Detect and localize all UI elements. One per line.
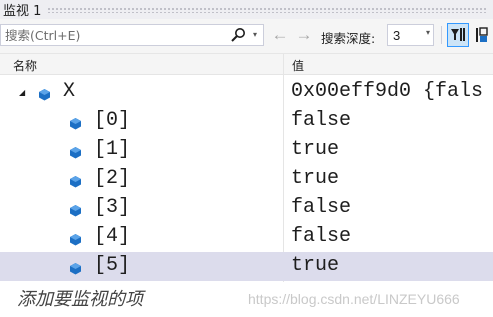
search-icon[interactable] (227, 26, 249, 44)
row-name: [5] (94, 254, 131, 277)
window-title: 监视 1 (3, 4, 42, 19)
row-value: false (291, 225, 352, 248)
row-name: [3] (94, 196, 131, 219)
object-icon (69, 259, 82, 275)
object-icon (69, 114, 82, 130)
row-value: false (291, 196, 352, 219)
search-box[interactable]: ▾ (0, 24, 264, 46)
object-icon (69, 201, 82, 217)
search-depth-select[interactable]: 3 ▾ (387, 24, 434, 46)
hex-display-button[interactable] (472, 23, 493, 47)
watch-row[interactable]: [4] false (0, 223, 493, 252)
row-value: false (291, 109, 352, 132)
row-value: true (291, 254, 340, 277)
watch-list: ◢ X 0x00eff9d0 {fals [0] false [1] true … (0, 78, 493, 281)
toolbar-separator (441, 26, 442, 44)
watch-row[interactable]: [3] false (0, 194, 493, 223)
row-name: [4] (94, 225, 131, 248)
watch-row[interactable]: ◢ X 0x00eff9d0 {fals (0, 78, 493, 107)
watch-row[interactable]: [1] true (0, 136, 493, 165)
back-arrow-icon[interactable]: ← (270, 25, 290, 45)
watch-row[interactable]: [0] false (0, 107, 493, 136)
search-input[interactable] (5, 26, 215, 44)
forward-arrow-icon[interactable]: → (294, 25, 314, 45)
add-watch-prompt[interactable]: 添加要监视的项 (17, 285, 143, 311)
column-header: 名称 值 (0, 54, 493, 75)
object-icon (69, 143, 82, 159)
object-icon (38, 85, 51, 101)
filter-button[interactable] (447, 23, 469, 47)
watch-row[interactable]: [2] true (0, 165, 493, 194)
filter-icon (451, 28, 465, 41)
column-name-header[interactable]: 名称 (13, 57, 37, 74)
title-bar: 监视 1 (0, 0, 493, 19)
row-value: true (291, 167, 340, 190)
hex-display-icon (476, 27, 488, 42)
expander-icon[interactable]: ◢ (19, 88, 25, 97)
toolbar: ▾ ← → 搜索深度: 3 ▾ (0, 19, 493, 54)
chevron-down-icon: ▾ (425, 28, 430, 37)
watch-row[interactable]: [5] true (0, 252, 493, 281)
watermark: https://blog.csdn.net/LINZEYU666 (248, 291, 460, 307)
chevron-down-icon[interactable]: ▾ (249, 26, 261, 44)
column-value-header[interactable]: 值 (292, 57, 304, 74)
row-name: [0] (94, 109, 131, 132)
row-name: X (63, 80, 76, 103)
row-name: [1] (94, 138, 131, 161)
title-grip[interactable] (47, 6, 487, 13)
object-icon (69, 230, 82, 246)
search-depth-value: 3 (393, 28, 401, 43)
search-depth-label: 搜索深度: (321, 31, 376, 46)
row-name: [2] (94, 167, 131, 190)
object-icon (69, 172, 82, 188)
row-value: true (291, 138, 340, 161)
row-value: 0x00eff9d0 {fals (291, 80, 484, 103)
